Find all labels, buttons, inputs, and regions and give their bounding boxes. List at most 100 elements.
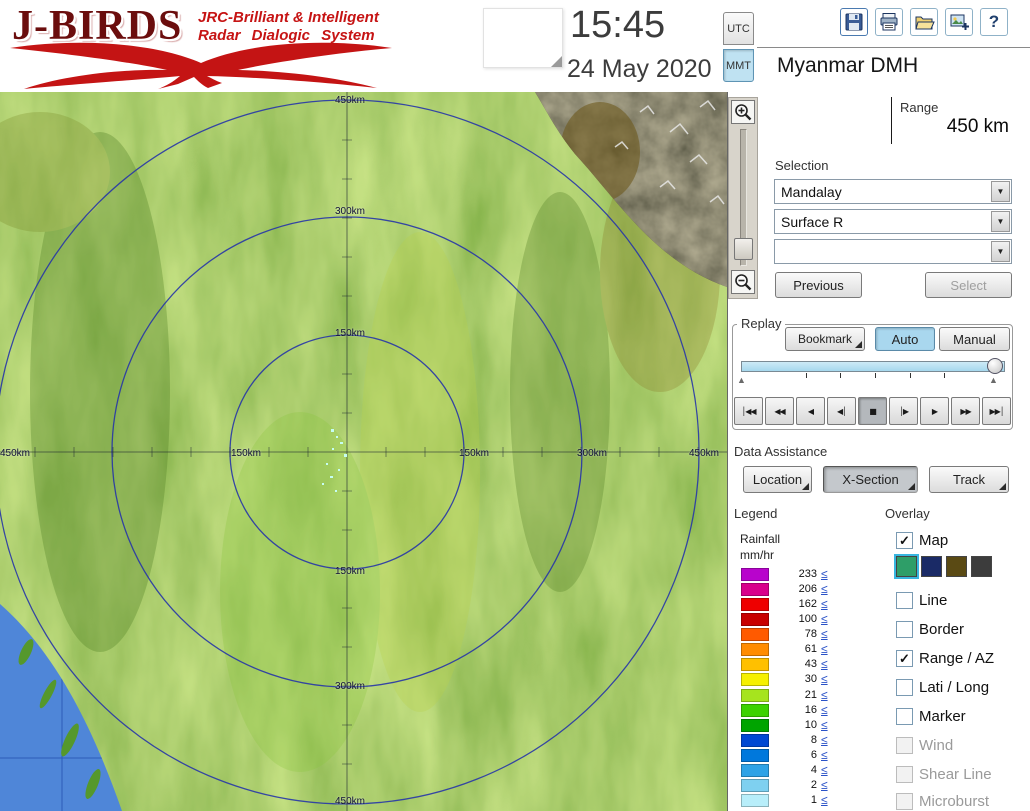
option-dropdown[interactable]: ▼ xyxy=(774,239,1012,264)
zoom-in-button[interactable] xyxy=(731,100,755,124)
transport-controls: │◀◀ ◀◀ ◀ ◀│ ■ │▶ ▶ ▶▶ ▶▶│ xyxy=(734,397,1011,425)
step-forward-button[interactable]: │▶ xyxy=(889,397,918,425)
overlay-item-label: Lati / Long xyxy=(919,678,990,696)
x-section-button[interactable]: X-Section xyxy=(823,466,918,493)
previous-button[interactable]: Previous xyxy=(775,272,862,298)
range-ring-label: 150km xyxy=(230,448,261,459)
legend-row: 78 ≤ xyxy=(741,627,861,642)
select-button[interactable]: Select xyxy=(925,272,1012,298)
legend-threshold-link[interactable]: ≤ xyxy=(821,597,828,611)
help-button[interactable]: ? xyxy=(980,8,1008,36)
checkbox[interactable] xyxy=(896,678,913,696)
overlay-label: Overlay xyxy=(885,506,930,521)
range-ring-label: 300km xyxy=(334,206,365,217)
skip-end-button[interactable]: ▶▶│ xyxy=(982,397,1011,425)
legend-color-swatch xyxy=(741,583,769,596)
legend-threshold-link[interactable]: ≤ xyxy=(821,703,828,717)
timezone-mmt-button[interactable]: MMT xyxy=(723,49,754,82)
overlay-range-az-checkbox[interactable]: ✓ Range / AZ xyxy=(896,648,994,668)
map-style-swatch[interactable] xyxy=(946,556,967,577)
chevron-down-icon[interactable]: ▼ xyxy=(991,211,1010,232)
legend-row: 8 ≤ xyxy=(741,733,861,748)
legend-color-swatch xyxy=(741,658,769,671)
range-ring-label: 450km xyxy=(688,448,719,459)
skip-start-button[interactable]: │◀◀ xyxy=(734,397,763,425)
zoom-out-button[interactable] xyxy=(731,270,755,294)
legend-color-swatch xyxy=(741,704,769,717)
legend-value: 1 xyxy=(810,794,817,806)
slider-range-marker-icon[interactable]: ▲ xyxy=(989,375,998,385)
manual-mode-button[interactable]: Manual xyxy=(939,327,1010,351)
map-style-swatch[interactable] xyxy=(894,554,919,579)
seek-back-button[interactable]: ◀◀ xyxy=(765,397,794,425)
save-button[interactable] xyxy=(840,8,868,36)
legend-threshold-link[interactable]: ≤ xyxy=(821,672,828,686)
checkbox[interactable] xyxy=(896,707,913,725)
overlay-line-checkbox[interactable]: Line xyxy=(896,590,947,610)
legend-value: 8 xyxy=(810,734,817,746)
print-button[interactable] xyxy=(875,8,903,36)
range-ring-label: 450km xyxy=(334,796,365,807)
legend-threshold-link[interactable]: ≤ xyxy=(821,793,828,807)
bookmark-button[interactable]: Bookmark xyxy=(785,327,865,351)
replay-group-title: Replay xyxy=(737,316,786,331)
checkbox[interactable]: ✓ xyxy=(896,649,913,667)
track-button[interactable]: Track xyxy=(929,466,1009,493)
legend-color-swatch xyxy=(741,673,769,686)
step-back-button[interactable]: ◀│ xyxy=(827,397,856,425)
legend-threshold-link[interactable]: ≤ xyxy=(821,763,828,777)
legend-threshold-link[interactable]: ≤ xyxy=(821,748,828,762)
legend-threshold-link[interactable]: ≤ xyxy=(821,582,828,596)
legend-row: 100 ≤ xyxy=(741,612,861,627)
checkbox[interactable]: ✓ xyxy=(896,531,913,549)
radar-map[interactable]: 450km 300km 150km 450km 150km 150km 300k… xyxy=(0,92,727,811)
checkbox[interactable] xyxy=(896,591,913,609)
legend-row: 2 ≤ xyxy=(741,778,861,793)
legend-row: 4 ≤ xyxy=(741,763,861,778)
map-style-swatch[interactable] xyxy=(971,556,992,577)
replay-slider-thumb[interactable] xyxy=(987,358,1003,374)
overlay-marker-checkbox[interactable]: Marker xyxy=(896,706,966,726)
replay-timeline-slider[interactable] xyxy=(741,361,1005,372)
overlay-lati-long-checkbox[interactable]: Lati / Long xyxy=(896,677,989,697)
auto-mode-button[interactable]: Auto xyxy=(875,327,935,351)
zoom-slider-thumb[interactable] xyxy=(734,238,753,260)
stop-button[interactable]: ■ xyxy=(858,397,887,425)
legend-threshold-link[interactable]: ≤ xyxy=(821,778,828,792)
play-reverse-button[interactable]: ◀ xyxy=(796,397,825,425)
seek-forward-button[interactable]: ▶▶ xyxy=(951,397,980,425)
open-file-button[interactable] xyxy=(910,8,938,36)
legend-threshold-link[interactable]: ≤ xyxy=(821,642,828,656)
play-button[interactable]: ▶ xyxy=(920,397,949,425)
location-button[interactable]: Location xyxy=(743,466,812,493)
legend-value: 61 xyxy=(804,643,817,655)
legend-threshold-link[interactable]: ≤ xyxy=(821,688,828,702)
product-dropdown[interactable]: Surface R ▼ xyxy=(774,209,1012,234)
legend-label: Legend xyxy=(734,506,778,521)
timezone-utc-button[interactable]: UTC xyxy=(723,12,754,45)
chevron-down-icon[interactable]: ▼ xyxy=(991,241,1010,262)
snapshot-export-button[interactable] xyxy=(945,8,973,36)
zoom-control xyxy=(728,97,758,299)
legend-threshold-link[interactable]: ≤ xyxy=(821,657,828,671)
map-style-swatch[interactable] xyxy=(921,556,942,577)
legend-threshold-link[interactable]: ≤ xyxy=(821,567,828,581)
check-icon: ✓ xyxy=(899,650,910,666)
chevron-down-icon[interactable]: ▼ xyxy=(991,181,1010,202)
legend-threshold-link[interactable]: ≤ xyxy=(821,718,828,732)
overlay-item-label: Border xyxy=(919,620,965,638)
legend-threshold-link[interactable]: ≤ xyxy=(821,733,828,747)
overlay-map-checkbox[interactable]: ✓ Map xyxy=(896,530,948,550)
overlay-border-checkbox[interactable]: Border xyxy=(896,619,964,639)
legend-value: 43 xyxy=(804,658,817,670)
checkbox[interactable] xyxy=(896,620,913,638)
legend-row: 10 ≤ xyxy=(741,718,861,733)
clock-date: 24 May 2020 xyxy=(567,55,712,83)
legend-threshold-link[interactable]: ≤ xyxy=(821,612,828,626)
legend-color-swatch xyxy=(741,598,769,611)
range-ring-label: 450km xyxy=(334,95,365,106)
site-dropdown[interactable]: Mandalay ▼ xyxy=(774,179,1012,204)
legend-color-swatch xyxy=(741,764,769,777)
legend-threshold-link[interactable]: ≤ xyxy=(821,627,828,641)
slider-range-marker-icon[interactable]: ▲ xyxy=(737,375,746,385)
